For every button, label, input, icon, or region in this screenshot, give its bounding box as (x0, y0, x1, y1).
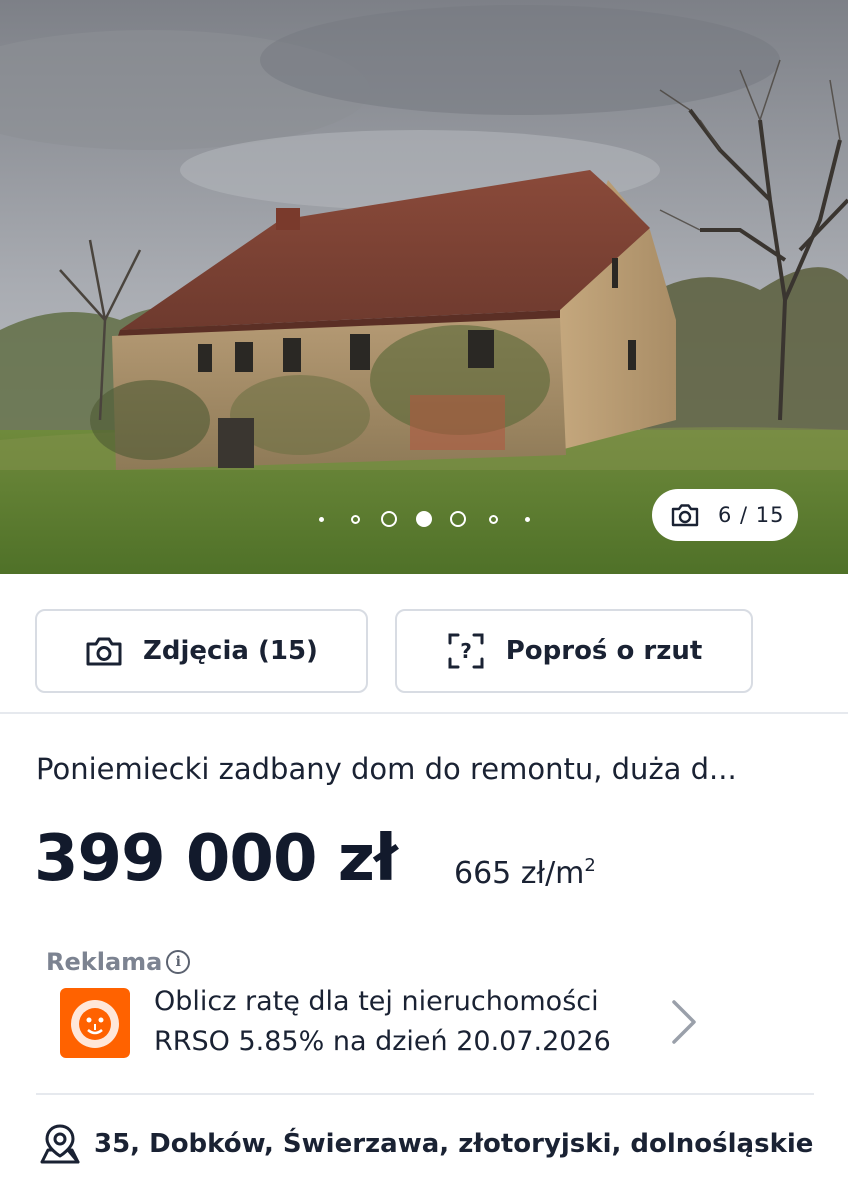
gallery-counter-text: 6 / 15 (718, 503, 785, 527)
floor-plan-request-icon: ? (448, 633, 484, 669)
gallery-pagination[interactable] (308, 507, 538, 531)
info-icon[interactable]: i (166, 950, 191, 974)
request-floor-plan-label: Poproś o rzut (505, 636, 703, 666)
pagination-dot[interactable] (350, 514, 360, 524)
square-unit-superscript: 2 (584, 855, 596, 876)
photos-button[interactable]: Zdjęcia (15) (35, 609, 368, 693)
section-divider (0, 712, 848, 714)
pagination-dot[interactable] (381, 511, 397, 527)
camera-icon (86, 637, 122, 666)
listing-title[interactable]: Poniemiecki zadbany dom do remontu, duża… (36, 752, 826, 786)
lion-bank-logo (60, 988, 130, 1058)
pagination-dot[interactable] (450, 511, 466, 527)
svg-text:?: ? (460, 639, 472, 663)
chevron-right-icon[interactable] (668, 998, 700, 1046)
gallery-counter[interactable]: 6 / 15 (652, 489, 798, 541)
listing-price: 399 000 zł (34, 822, 398, 896)
pagination-dot[interactable] (318, 516, 324, 522)
request-floor-plan-button[interactable]: ? Poproś o rzut (395, 609, 753, 693)
pagination-dot[interactable] (524, 516, 530, 522)
map-pin-icon (40, 1124, 80, 1164)
ad-label-text: Reklama (46, 948, 163, 976)
photos-button-label: Zdjęcia (15) (143, 636, 318, 666)
listing-location[interactable]: 35, Dobków, Świerzawa, złotoryjski, doln… (38, 1122, 813, 1166)
house-photo-image (0, 0, 848, 574)
location-address: 35, Dobków, Świerzawa, złotoryjski, doln… (94, 1129, 814, 1159)
camera-icon (671, 504, 699, 527)
price-per-square-meter: 665 zł/m2 (454, 855, 596, 891)
ad-headline[interactable]: Oblicz ratę dla tej nieruchomości (154, 986, 599, 1017)
pagination-dot-active[interactable] (416, 511, 432, 527)
ad-rate-info[interactable]: RRSO 5.85% na dzień 20.07.2026 (154, 1026, 611, 1057)
section-divider (36, 1093, 814, 1095)
ad-label: Reklama i (46, 948, 191, 976)
listing-photo[interactable]: 6 / 15 (0, 0, 848, 574)
pagination-dot[interactable] (488, 514, 498, 524)
price-per-square-meter-value: 665 zł/m (454, 856, 585, 891)
